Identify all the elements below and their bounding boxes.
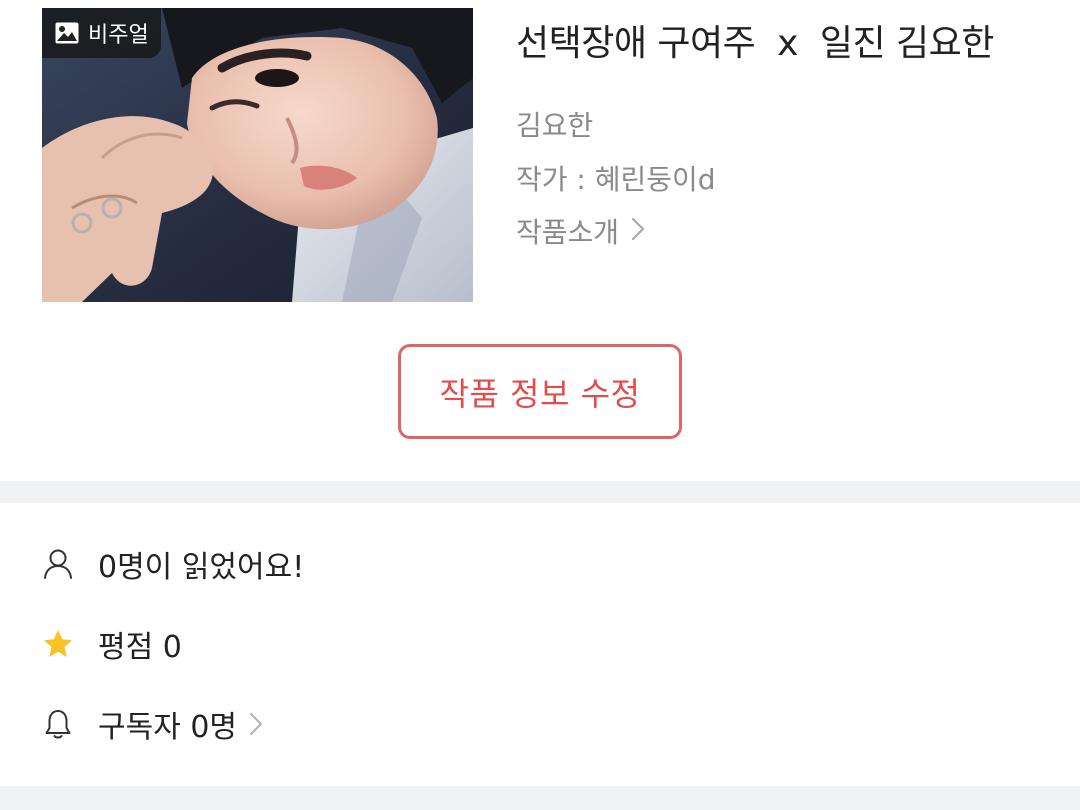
section-divider xyxy=(0,786,1080,810)
visual-badge-label: 비주얼 xyxy=(88,23,149,48)
readers-text: 0명이 읽었어요! xyxy=(98,550,305,585)
rating-stat: 평점 0 xyxy=(42,622,182,666)
image-icon xyxy=(54,21,80,45)
section-divider xyxy=(0,481,1080,503)
subscribers-text: 구독자 0명 xyxy=(98,710,238,745)
chevron-right-icon xyxy=(249,712,263,736)
chevron-right-icon xyxy=(631,215,645,248)
rating-text: 평점 0 xyxy=(98,630,182,665)
edit-work-info-button[interactable]: 작품 정보 수정 xyxy=(398,344,682,439)
bell-icon xyxy=(42,708,74,740)
character-name: 김요한 xyxy=(516,109,594,142)
synopsis-link[interactable]: 작품소개 xyxy=(516,211,645,251)
subscribers-stat[interactable]: 구독자 0명 xyxy=(42,702,263,746)
synopsis-label: 작품소개 xyxy=(516,216,620,249)
star-icon xyxy=(42,628,74,660)
readers-stat: 0명이 읽었어요! xyxy=(42,542,304,586)
person-icon xyxy=(42,548,74,580)
work-detail-page: 비주얼 선택장애 구여주 x 일진 김요한 김요한 작가 : 혜린둥이d 작품소… xyxy=(0,0,1080,810)
author-line: 작가 : 혜린둥이d xyxy=(516,163,716,196)
visual-badge[interactable]: 비주얼 xyxy=(42,8,161,58)
work-title: 선택장애 구여주 x 일진 김요한 xyxy=(516,23,994,64)
